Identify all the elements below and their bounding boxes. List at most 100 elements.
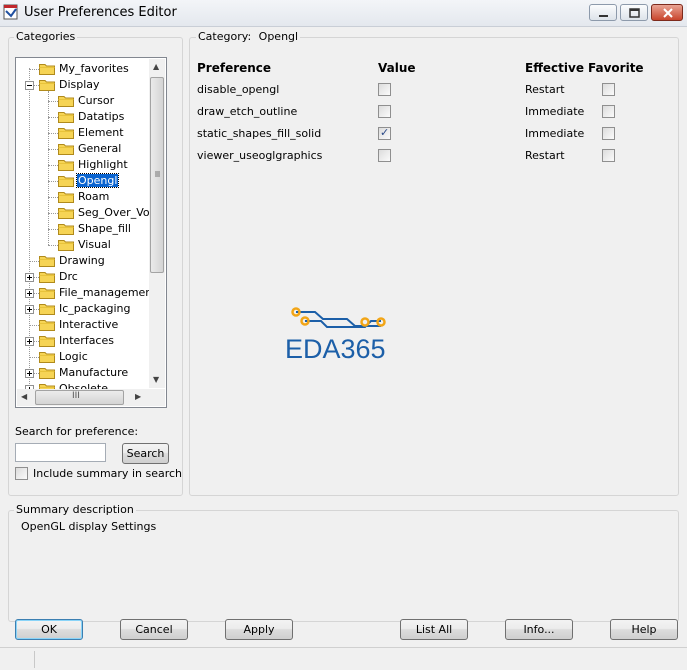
tree-item-label: Shape_fill: [78, 222, 131, 235]
category-tree[interactable]: My_favorites Display Cursor Datatips Element…: [15, 57, 167, 408]
include-summary-label: Include summary in search: [33, 467, 183, 480]
tree-item[interactable]: Shape_fill: [16, 221, 166, 237]
folder-icon: [58, 240, 74, 251]
cancel-button[interactable]: Cancel: [120, 619, 188, 640]
tree-item[interactable]: Manufacture: [16, 365, 166, 381]
tree-connector: [29, 325, 39, 326]
scroll-right-arrow-icon[interactable]: ▶: [135, 392, 141, 401]
preference-value-checkbox[interactable]: [378, 105, 391, 118]
tree-item[interactable]: File_management: [16, 285, 166, 301]
folder-icon: [39, 272, 55, 283]
preference-effective: Immediate: [525, 127, 585, 140]
tree-item-label: Highlight: [78, 158, 128, 171]
preference-column-header: Preference: [197, 61, 272, 75]
tree-item-label: Display: [59, 78, 100, 91]
summary-text: OpenGL display Settings: [21, 520, 157, 533]
preference-effective: Restart: [525, 83, 565, 96]
preference-favorite-checkbox[interactable]: [602, 83, 615, 96]
tree-item[interactable]: Seg_Over_Voi: [16, 205, 166, 221]
maximize-icon: [629, 8, 640, 18]
tree-connector: [48, 213, 58, 214]
tree-item[interactable]: Logic: [16, 349, 166, 365]
search-label: Search for preference:: [15, 425, 139, 438]
folder-icon: [39, 368, 55, 379]
tree-item[interactable]: Roam: [16, 189, 166, 205]
scroll-down-arrow-icon[interactable]: ▼: [153, 375, 159, 384]
expand-icon[interactable]: [25, 337, 34, 346]
folder-icon: [58, 112, 74, 123]
info-button[interactable]: Info...: [505, 619, 573, 640]
scroll-left-arrow-icon[interactable]: ◀: [21, 392, 27, 401]
close-button[interactable]: [651, 4, 683, 21]
expand-icon[interactable]: [25, 289, 34, 298]
scroll-up-arrow-icon[interactable]: ▲: [153, 62, 159, 71]
folder-icon: [58, 128, 74, 139]
expand-icon[interactable]: [25, 369, 34, 378]
help-button[interactable]: Help: [610, 619, 678, 640]
hscroll-thumb[interactable]: III: [35, 390, 124, 405]
circuit-trace-icon: [291, 307, 386, 328]
tree-item[interactable]: Ic_packaging: [16, 301, 166, 317]
search-button[interactable]: Search: [122, 443, 169, 464]
expand-icon[interactable]: [25, 305, 34, 314]
tree-item[interactable]: Element: [16, 125, 166, 141]
preference-value-checkbox[interactable]: [378, 83, 391, 96]
folder-icon: [58, 144, 74, 155]
tree-item[interactable]: Cursor: [16, 93, 166, 109]
collapse-icon[interactable]: [25, 81, 34, 90]
apply-button[interactable]: Apply: [225, 619, 293, 640]
window-title: User Preferences Editor: [24, 5, 177, 20]
list-all-button[interactable]: List All: [400, 619, 468, 640]
folder-icon: [58, 176, 74, 187]
tree-item-label: Interfaces: [59, 334, 114, 347]
preference-value-checkbox[interactable]: [378, 149, 391, 162]
checkmark-icon: ✓: [380, 126, 390, 139]
favorite-column-header: Favorite: [588, 61, 644, 75]
maximize-button[interactable]: [620, 4, 648, 21]
tree-item[interactable]: General: [16, 141, 166, 157]
preference-favorite-checkbox[interactable]: [602, 149, 615, 162]
tree-item[interactable]: Visual: [16, 237, 166, 253]
folder-icon: [39, 320, 55, 331]
folder-icon: [39, 288, 55, 299]
tree-item[interactable]: Drawing: [16, 253, 166, 269]
include-summary-checkbox[interactable]: [15, 467, 28, 480]
tree-item[interactable]: Interfaces: [16, 333, 166, 349]
folder-icon: [39, 64, 55, 75]
summary-legend: Summary description: [14, 503, 136, 516]
tree-connector: [48, 133, 58, 134]
tree-item[interactable]: Interactive: [16, 317, 166, 333]
minimize-button[interactable]: [589, 4, 617, 21]
preference-favorite-checkbox[interactable]: [602, 127, 615, 140]
tree-vertical-scrollbar[interactable]: ▲ ▼: [149, 59, 165, 388]
expand-icon[interactable]: [25, 273, 34, 282]
tree-item-label: File_management: [59, 286, 157, 299]
tree-item[interactable]: Drc: [16, 269, 166, 285]
scroll-thumb[interactable]: [150, 77, 164, 273]
preference-effective: Restart: [525, 149, 565, 162]
title-bar: User Preferences Editor: [0, 0, 687, 27]
category-legend: Category: Opengl: [196, 30, 301, 43]
tree-connector: [48, 245, 58, 246]
effective-column-header: Effective: [525, 61, 584, 75]
tree-connector: [48, 181, 58, 182]
folder-icon: [39, 352, 55, 363]
tree-item-label: Opengl: [75, 173, 120, 188]
preference-value-checkbox[interactable]: ✓: [378, 126, 391, 140]
tree-item[interactable]: Highlight: [16, 157, 166, 173]
tree-horizontal-scrollbar[interactable]: ◀ III ▶: [17, 389, 149, 406]
search-input[interactable]: [15, 443, 106, 462]
preference-name: disable_opengl: [197, 83, 280, 96]
tree-item[interactable]: Display: [16, 77, 166, 93]
tree-item[interactable]: My_favorites: [16, 61, 166, 77]
tree-item[interactable]: Opengl: [16, 173, 166, 189]
preference-favorite-checkbox[interactable]: [602, 105, 615, 118]
tree-connector: [29, 357, 39, 358]
scroll-corner: [149, 389, 165, 406]
close-icon: [663, 8, 673, 18]
tree-item[interactable]: Datatips: [16, 109, 166, 125]
tree-connector: [29, 261, 39, 262]
tree-item-label: Logic: [59, 350, 88, 363]
value-column-header: Value: [378, 61, 416, 75]
ok-button[interactable]: OK: [15, 619, 83, 640]
